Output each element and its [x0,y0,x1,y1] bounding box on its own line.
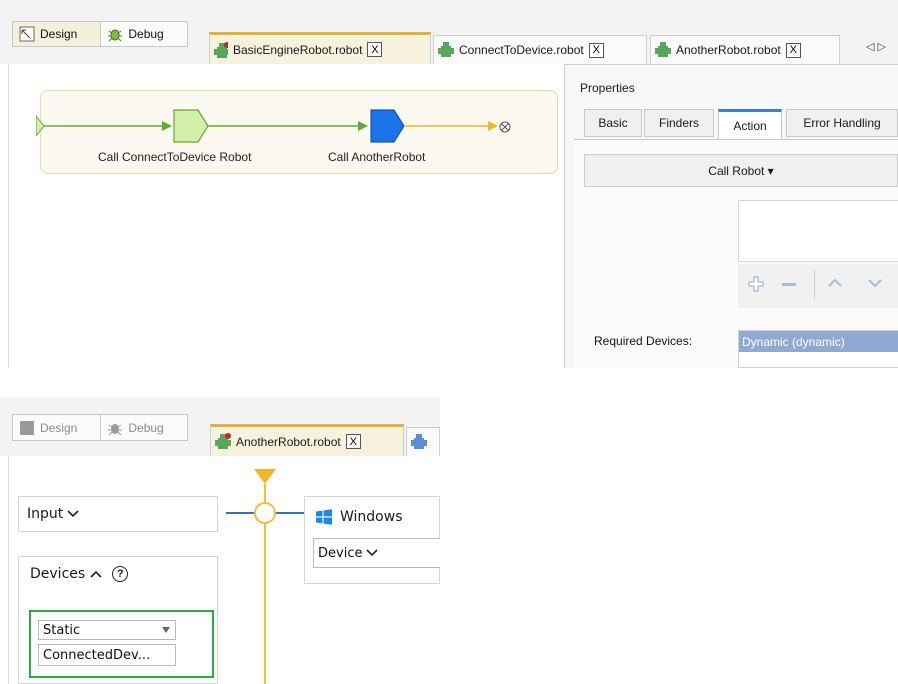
call-robot-dropdown[interactable]: Call Robot ▾ [584,154,898,187]
mode-switch: Design Debug [12,21,188,47]
input-card[interactable]: Input [18,496,218,532]
robot-icon [411,434,427,449]
devices-label: Devices [30,566,86,582]
chevron-down-icon [366,549,379,557]
move-up-icon[interactable] [828,276,842,293]
step-label-another-robot: Call AnotherRobot [328,150,426,164]
start-node[interactable] [36,115,45,137]
windows-label: Windows [340,509,403,525]
design-icon [20,420,34,435]
static-select-label: Static [43,622,81,638]
debug-mode-button[interactable]: Debug [101,415,187,440]
step-label-connect-to-device: Call ConnectToDevice Robot [98,150,252,164]
bottom-flow-diagram [226,469,304,684]
windows-header: Windows [316,509,403,525]
tab-scroll-arrows[interactable]: ◁ ▷ [866,40,886,53]
remove-icon[interactable] [782,283,796,286]
arrowhead-icon [162,121,172,131]
tab-partial[interactable] [406,427,440,456]
debug-mode-label: Debug [128,420,164,435]
call-another-robot-node[interactable] [370,109,405,143]
tab-label: AnotherRobot.robot [676,43,781,57]
junction-node[interactable] [254,502,276,524]
move-down-icon[interactable] [868,276,882,293]
bug-icon [108,29,123,42]
tab-finders[interactable]: Finders [644,109,714,137]
close-tab-button[interactable]: X [785,42,801,58]
tab-basic[interactable]: Basic [584,109,642,137]
robot-icon [214,41,228,58]
top-panel: Design Debug BasicEngineRobot.robot X Co… [0,0,898,368]
list-toolbar [738,264,898,308]
mode-switch: Design Debug [12,414,188,441]
debug-mode-button[interactable]: Debug [101,22,187,46]
device-label: Device [318,545,363,561]
devices-header[interactable]: Devices ? [30,566,129,582]
connected-device-value: ConnectedDev... [43,647,151,663]
properties-title: Properties [580,81,635,95]
design-mode-button[interactable]: Design [13,415,102,440]
robot-icon [215,432,231,449]
chevron-up-icon [90,570,102,578]
design-mode-label: Design [40,420,78,435]
windows-icon [316,509,332,525]
tab-label: ConnectToDevice.robot [459,43,584,57]
tab-label: AnotherRobot.robot [236,434,341,449]
close-tab-button[interactable]: X [367,42,383,57]
design-mode-label: Design [40,27,78,41]
tab-error-handling[interactable]: Error Handling [786,109,898,137]
arrowhead-icon [358,121,368,131]
help-icon[interactable]: ? [112,566,129,582]
chevron-down-icon [67,510,79,518]
debug-mode-label: Debug [128,27,164,41]
robot-parameter-list[interactable] [738,200,898,262]
input-label: Input [27,506,64,522]
required-devices-selected-item[interactable]: Dynamic (dynamic) [739,331,898,352]
tab-another-robot[interactable]: AnotherRobot.robot X [210,424,404,456]
call-connect-to-device-node[interactable] [173,109,209,143]
tab-label: BasicEngineRobot.robot [233,42,363,57]
robot-icon [438,42,454,57]
close-tab-button[interactable]: X [588,42,604,58]
connected-device-field[interactable]: ConnectedDev... [38,644,176,666]
tab-another-robot[interactable]: AnotherRobot.robot X [650,35,840,64]
design-icon [19,26,35,42]
arrowhead-icon [488,121,498,131]
robot-icon [655,42,671,57]
required-devices-label: Required Devices: [594,334,693,348]
close-tab-button[interactable]: X [345,434,361,449]
bug-icon [108,423,123,435]
start-marker-icon [254,469,276,484]
toolbar-divider [814,270,815,300]
tab-connect-to-device[interactable]: ConnectToDevice.robot X [433,35,647,64]
add-icon[interactable] [748,276,764,292]
design-mode-button[interactable]: Design [13,22,102,46]
tab-basic-engine-robot[interactable]: BasicEngineRobot.robot X [209,32,431,64]
dropdown-arrow-icon [162,627,170,633]
workflow-diagram [36,109,511,143]
device-dropdown[interactable]: Device [313,538,440,568]
tab-action[interactable]: Action [718,109,782,139]
static-dropdown[interactable]: Static [38,620,176,640]
